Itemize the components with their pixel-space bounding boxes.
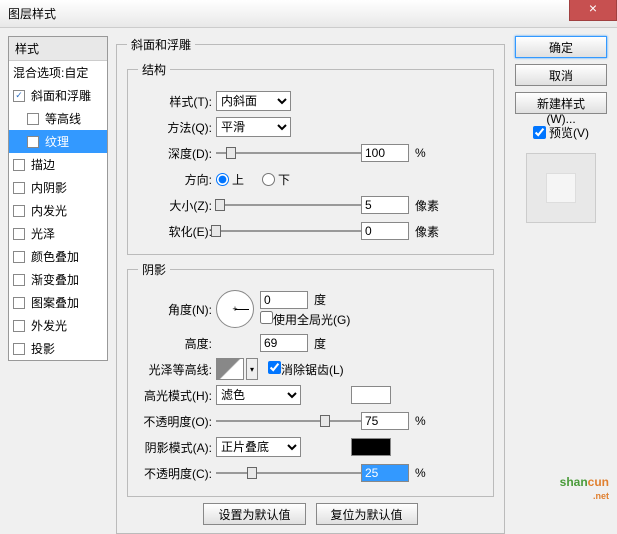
checkbox-icon[interactable] bbox=[13, 182, 25, 194]
antialias-checkbox[interactable]: 消除锯齿(L) bbox=[268, 361, 344, 378]
shadow-mode-select[interactable]: 正片叠底 bbox=[216, 437, 301, 457]
highlight-mode-select[interactable]: 滤色 bbox=[216, 385, 301, 405]
technique-select[interactable]: 平滑 bbox=[216, 117, 291, 137]
size-unit: 像素 bbox=[415, 197, 439, 214]
size-slider[interactable] bbox=[216, 204, 361, 206]
depth-label: 深度(D): bbox=[138, 145, 216, 162]
direction-label: 方向: bbox=[138, 171, 216, 188]
soften-unit: 像素 bbox=[415, 223, 439, 240]
style-texture[interactable]: 纹理 bbox=[9, 130, 107, 153]
altitude-unit: 度 bbox=[314, 335, 326, 352]
dir-down-radio[interactable]: 下 bbox=[262, 171, 290, 188]
soften-label: 软化(E): bbox=[138, 223, 216, 240]
ok-button[interactable]: 确定 bbox=[515, 36, 607, 58]
gloss-contour[interactable] bbox=[216, 358, 244, 380]
watermark-logo: shancun.net bbox=[560, 473, 609, 501]
altitude-label: 高度: bbox=[138, 335, 216, 352]
preview-checkbox[interactable]: 预览(V) bbox=[533, 124, 589, 141]
style-outerglow[interactable]: 外发光 bbox=[9, 314, 107, 337]
style-stroke[interactable]: 描边 bbox=[9, 153, 107, 176]
shading-legend: 阴影 bbox=[138, 261, 170, 278]
checkbox-icon[interactable] bbox=[27, 136, 39, 148]
style-bevel[interactable]: 斜面和浮雕 bbox=[9, 84, 107, 107]
new-style-button[interactable]: 新建样式(W)... bbox=[515, 92, 607, 114]
checkbox-icon[interactable] bbox=[13, 228, 25, 240]
make-default-button[interactable]: 设置为默认值 bbox=[203, 503, 305, 525]
depth-unit: % bbox=[415, 146, 426, 160]
style-contour[interactable]: 等高线 bbox=[9, 107, 107, 130]
depth-slider[interactable] bbox=[216, 152, 361, 154]
checkbox-icon[interactable] bbox=[13, 90, 25, 102]
close-button[interactable]: × bbox=[569, 0, 617, 21]
highlight-color-swatch[interactable] bbox=[351, 386, 391, 404]
style-innershadow[interactable]: 内阴影 bbox=[9, 176, 107, 199]
angle-unit: 度 bbox=[314, 293, 326, 307]
preview-box bbox=[526, 153, 596, 223]
action-panel: 确定 取消 新建样式(W)... 预览(V) bbox=[513, 36, 609, 498]
reset-default-button[interactable]: 复位为默认值 bbox=[316, 503, 418, 525]
angle-wheel[interactable] bbox=[216, 290, 254, 328]
checkbox-icon[interactable] bbox=[13, 297, 25, 309]
structure-legend: 结构 bbox=[138, 61, 170, 78]
blend-options-item[interactable]: 混合选项:自定 bbox=[9, 61, 107, 84]
angle-input[interactable] bbox=[260, 291, 308, 309]
style-gradoverlay[interactable]: 渐变叠加 bbox=[9, 268, 107, 291]
styles-header[interactable]: 样式 bbox=[9, 37, 107, 61]
checkbox-icon[interactable] bbox=[13, 251, 25, 263]
technique-label: 方法(Q): bbox=[138, 119, 216, 136]
bevel-fieldset: 斜面和浮雕 结构 样式(T):内斜面 方法(Q):平滑 深度(D):% 方向:上… bbox=[116, 36, 505, 534]
style-patoverlay[interactable]: 图案叠加 bbox=[9, 291, 107, 314]
style-coloroverlay[interactable]: 颜色叠加 bbox=[9, 245, 107, 268]
checkbox-icon[interactable] bbox=[13, 320, 25, 332]
depth-input[interactable] bbox=[361, 144, 409, 162]
global-light-checkbox[interactable]: 使用全局光(G) bbox=[260, 311, 350, 328]
window-title: 图层样式 bbox=[8, 7, 56, 21]
structure-fieldset: 结构 样式(T):内斜面 方法(Q):平滑 深度(D):% 方向:上 下 大小(Z… bbox=[127, 61, 494, 255]
highlight-opacity-input[interactable] bbox=[361, 412, 409, 430]
checkbox-icon[interactable] bbox=[27, 113, 39, 125]
checkbox-icon[interactable] bbox=[13, 205, 25, 217]
shadow-color-swatch[interactable] bbox=[351, 438, 391, 456]
highlight-mode-label: 高光模式(H): bbox=[138, 387, 216, 404]
soften-input[interactable] bbox=[361, 222, 409, 240]
style-satin[interactable]: 光泽 bbox=[9, 222, 107, 245]
size-input[interactable] bbox=[361, 196, 409, 214]
shadow-opacity-label: 不透明度(C): bbox=[138, 465, 216, 482]
style-label: 样式(T): bbox=[138, 93, 216, 110]
altitude-input[interactable] bbox=[260, 334, 308, 352]
dir-up-radio[interactable]: 上 bbox=[216, 171, 244, 188]
checkbox-icon[interactable] bbox=[13, 274, 25, 286]
shading-fieldset: 阴影 角度(N): 度 使用全局光(G) 高度: 度 光泽等高线: ▾ 消除锯齿(L)… bbox=[127, 261, 494, 497]
highlight-opacity-slider[interactable] bbox=[216, 420, 361, 422]
soften-slider[interactable] bbox=[216, 230, 361, 232]
shadow-opacity-slider[interactable] bbox=[216, 472, 361, 474]
checkbox-icon[interactable] bbox=[13, 159, 25, 171]
shadow-opacity-input[interactable] bbox=[361, 464, 409, 482]
gloss-label: 光泽等高线: bbox=[138, 361, 216, 378]
contour-dropdown-icon[interactable]: ▾ bbox=[246, 358, 258, 380]
checkbox-icon[interactable] bbox=[13, 343, 25, 355]
cancel-button[interactable]: 取消 bbox=[515, 64, 607, 86]
settings-panel: 斜面和浮雕 结构 样式(T):内斜面 方法(Q):平滑 深度(D):% 方向:上… bbox=[116, 36, 505, 498]
style-innerglow[interactable]: 内发光 bbox=[9, 199, 107, 222]
styles-sidebar: 样式 混合选项:自定 斜面和浮雕 等高线 纹理 描边 内阴影 内发光 光泽 颜色… bbox=[8, 36, 108, 498]
style-select[interactable]: 内斜面 bbox=[216, 91, 291, 111]
bevel-legend: 斜面和浮雕 bbox=[127, 36, 195, 53]
style-dropshadow[interactable]: 投影 bbox=[9, 337, 107, 360]
angle-label: 角度(N): bbox=[138, 301, 216, 318]
size-label: 大小(Z): bbox=[138, 197, 216, 214]
highlight-opacity-label: 不透明度(O): bbox=[138, 413, 216, 430]
shadow-mode-label: 阴影模式(A): bbox=[138, 439, 216, 456]
